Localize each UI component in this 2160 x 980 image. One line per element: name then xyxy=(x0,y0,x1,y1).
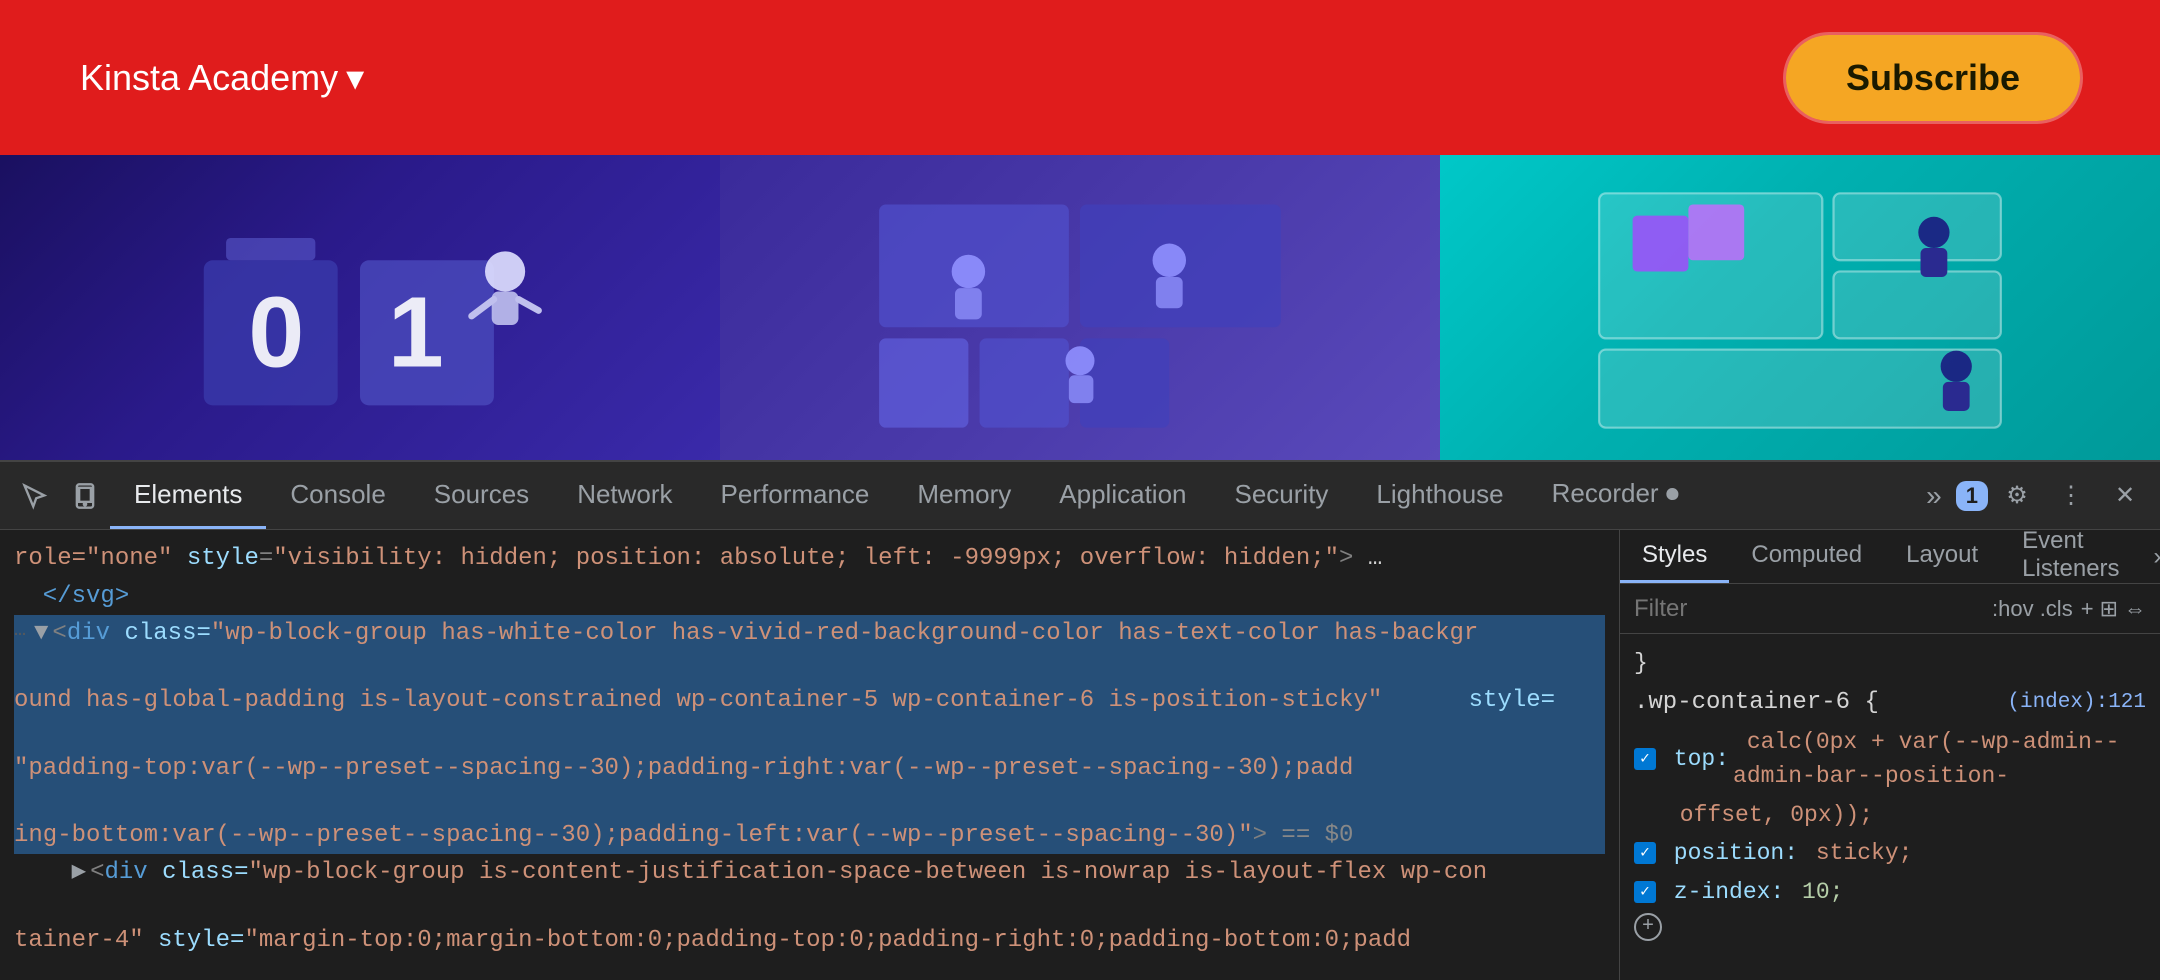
pseudo-filter[interactable]: :hov .cls xyxy=(1992,596,2073,622)
settings-icon[interactable]: ⚙ xyxy=(1992,471,2042,521)
site-nav-label: Kinsta Academy xyxy=(80,57,338,99)
styles-tab-event-listeners[interactable]: Event Listeners xyxy=(2000,530,2141,583)
site-header: Kinsta Academy ▾ Subscribe xyxy=(0,0,2160,155)
card-image-3 xyxy=(1440,155,2160,460)
tab-security[interactable]: Security xyxy=(1211,462,1353,529)
styles-more-tabs[interactable]: » xyxy=(2142,530,2160,583)
tab-sources[interactable]: Sources xyxy=(410,462,553,529)
elements-line-3[interactable]: … ▼ <div class="wp-block-group has-white… xyxy=(14,615,1605,854)
tab-console[interactable]: Console xyxy=(266,462,409,529)
styles-panel: Styles Computed Layout Event Listeners »… xyxy=(1620,530,2160,980)
elements-line-4[interactable]: ▶ <div class="wp-block-group is-content-… xyxy=(14,854,1605,980)
styles-tab-layout[interactable]: Layout xyxy=(1884,530,2000,583)
styles-filter-input[interactable] xyxy=(1634,595,1992,623)
css-close-brace: } xyxy=(1634,644,2146,683)
subscribe-button[interactable]: Subscribe xyxy=(1786,35,2080,121)
tab-memory[interactable]: Memory xyxy=(893,462,1035,529)
css-rule-top: ✓ top: calc(0px + var(--wp-admin--admin-… xyxy=(1634,723,2146,796)
rule-checkbox-position[interactable]: ✓ xyxy=(1634,842,1656,864)
add-style-icon[interactable]: + xyxy=(2081,596,2094,622)
close-icon[interactable]: ✕ xyxy=(2100,471,2150,521)
tab-count-badge: 1 xyxy=(1956,481,1988,511)
css-rule-top-cont: offset, 0px)); xyxy=(1634,796,2146,835)
card-illustration-2 xyxy=(720,155,1440,460)
tab-elements[interactable]: Elements xyxy=(110,462,266,529)
expand-styles-icon[interactable]: ⇔ xyxy=(2124,596,2146,622)
styles-content: } .wp-container-6 { (index):121 ✓ top: c… xyxy=(1620,634,2160,980)
styles-filter-row: :hov .cls + ⊞ ⇔ xyxy=(1620,584,2160,634)
rule-checkbox-zindex[interactable]: ✓ xyxy=(1634,881,1656,903)
card-image-2 xyxy=(720,155,1440,460)
add-rule-button[interactable]: + xyxy=(1634,913,1662,941)
css-add-rule: + xyxy=(1634,911,2146,943)
tab-lighthouse[interactable]: Lighthouse xyxy=(1352,462,1527,529)
elements-line-1: role="none" style="visibility: hidden; p… xyxy=(14,540,1605,578)
device-toggle-icon[interactable] xyxy=(60,471,110,521)
styles-sub-tabs: Styles Computed Layout Event Listeners » xyxy=(1620,530,2160,584)
tab-network[interactable]: Network xyxy=(553,462,696,529)
svg-text:0: 0 xyxy=(248,276,304,388)
tab-application[interactable]: Application xyxy=(1035,462,1210,529)
rule-checkbox-top[interactable]: ✓ xyxy=(1634,748,1656,770)
card-image-1: 0 1 xyxy=(0,155,720,460)
more-options-icon[interactable]: ⋮ xyxy=(2046,471,2096,521)
website-preview: Kinsta Academy ▾ Subscribe 0 1 xyxy=(0,0,2160,460)
svg-text:1: 1 xyxy=(388,276,444,388)
styles-tab-styles[interactable]: Styles xyxy=(1620,530,1729,583)
nav-chevron-icon: ▾ xyxy=(346,57,364,99)
tab-performance[interactable]: Performance xyxy=(697,462,894,529)
devtools-toolbar: Elements Console Sources Network Perform… xyxy=(0,462,2160,530)
card-illustration-3 xyxy=(1440,155,2160,460)
file-ref-link[interactable]: (index):121 xyxy=(2007,687,2146,719)
css-rule-position: ✓ position: sticky; xyxy=(1634,834,2146,873)
filter-icons: + ⊞ ⇔ xyxy=(2081,596,2146,622)
copy-styles-icon[interactable]: ⊞ xyxy=(2100,596,2118,622)
devtools-tabs: Elements Console Sources Network Perform… xyxy=(110,462,1918,529)
devtools-main: role="none" style="visibility: hidden; p… xyxy=(0,530,2160,980)
css-selector-line: .wp-container-6 { (index):121 xyxy=(1634,683,2146,723)
inspect-icon[interactable] xyxy=(10,471,60,521)
elements-line-2: </svg> xyxy=(14,578,1605,616)
devtools-panel: Elements Console Sources Network Perform… xyxy=(0,460,2160,980)
elements-panel: role="none" style="visibility: hidden; p… xyxy=(0,530,1620,980)
site-nav: Kinsta Academy ▾ xyxy=(80,57,364,99)
card-illustration-1: 0 1 xyxy=(0,155,720,460)
styles-tab-computed[interactable]: Computed xyxy=(1729,530,1884,583)
devtools-toolbar-right: » 1 ⚙ ⋮ ✕ xyxy=(1918,471,2150,521)
tab-recorder[interactable]: Recorder ⏺ xyxy=(1528,462,1703,529)
css-rule-zindex: ✓ z-index: 10; xyxy=(1634,873,2146,912)
article-cards-row: 0 1 xyxy=(0,155,2160,460)
more-tabs-button[interactable]: » xyxy=(1918,480,1950,512)
